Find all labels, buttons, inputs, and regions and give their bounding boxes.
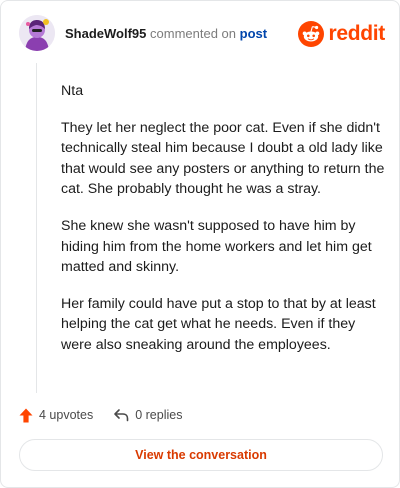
thread-line — [36, 63, 37, 393]
reply-arrow-icon — [114, 409, 129, 422]
avatar-icon — [19, 15, 55, 51]
comment-footer: 4 upvotes 0 replies — [19, 405, 182, 425]
upvote-count: 4 upvotes — [39, 408, 94, 422]
reply-stat[interactable]: 0 replies — [113, 408, 182, 422]
comment-paragraph: Her family could have put a stop to that… — [61, 295, 376, 353]
comment-header: ShadeWolf95 commented on post reddit — [19, 15, 385, 55]
comment-paragraph: Nta — [61, 83, 84, 99]
post-link[interactable]: post — [240, 26, 267, 41]
reddit-brand[interactable]: reddit — [298, 20, 385, 48]
brand-wordmark: reddit — [328, 22, 385, 45]
upvote-arrow-icon — [19, 408, 33, 422]
comment-body: Nta They let her neglect the poor cat. E… — [61, 81, 385, 372]
action-text: commented on — [150, 26, 237, 41]
comment-embed-card: ShadeWolf95 commented on post reddit Nta… — [0, 0, 400, 488]
comment-paragraph: They let her neglect the poor cat. Even … — [61, 119, 385, 198]
username[interactable]: ShadeWolf95 — [65, 26, 146, 41]
view-conversation-button[interactable]: View the conversation — [19, 439, 383, 471]
upvote-stat[interactable]: 4 upvotes — [19, 408, 93, 423]
byline: ShadeWolf95 commented on post — [65, 26, 267, 42]
reddit-logo-icon — [298, 21, 325, 47]
reply-count: 0 replies — [135, 408, 183, 422]
comment-paragraph: She knew she wasn't supposed to have him… — [61, 217, 372, 276]
avatar[interactable] — [19, 15, 55, 51]
